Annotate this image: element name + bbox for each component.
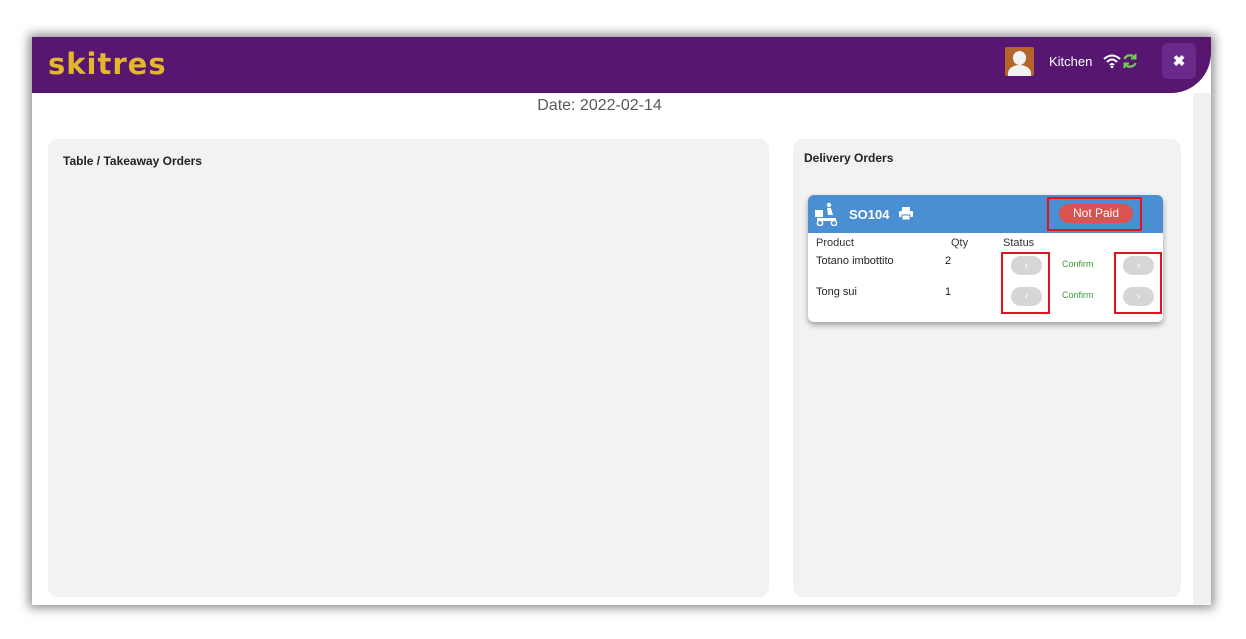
column-product: Product [816, 237, 854, 249]
delivery-orders-panel: Delivery Orders SO104 Not Paid Product Q… [793, 139, 1181, 597]
table-takeaway-panel: Table / Takeaway Orders [48, 139, 769, 597]
top-bar: skitres Kitchen ✖ [32, 37, 1211, 93]
printer-icon[interactable] [899, 207, 913, 220]
highlight-box-prev [1001, 252, 1050, 314]
highlight-box-payment [1047, 197, 1142, 231]
date-label: Date: 2022-02-14 [537, 97, 662, 114]
avatar-head [1013, 51, 1026, 65]
item-qty: 2 [945, 255, 952, 267]
app-logo: skitres [48, 47, 167, 81]
highlight-box-next [1114, 252, 1162, 314]
order-id: SO104 [849, 207, 890, 222]
delivery-scooter-icon [815, 202, 838, 226]
table-orders-title: Table / Takeaway Orders [63, 154, 202, 168]
close-button[interactable]: ✖ [1162, 43, 1196, 79]
item-qty: 1 [945, 286, 952, 298]
item-product: Tong sui [816, 286, 857, 298]
column-qty: Qty [951, 237, 969, 249]
delivery-order-card[interactable]: SO104 Not Paid Product Qty Status Totano… [808, 195, 1163, 322]
scrollbar[interactable] [1193, 93, 1211, 605]
item-status: Confirm [1062, 259, 1094, 269]
item-status: Confirm [1062, 290, 1094, 300]
sync-icon[interactable] [1122, 53, 1138, 69]
user-avatar[interactable] [1005, 47, 1034, 76]
wifi-icon [1103, 54, 1121, 68]
avatar-shoulders [1008, 65, 1031, 76]
column-status: Status [1003, 237, 1035, 249]
app-window: skitres Kitchen ✖ Date: 2022-02-14 Table… [32, 37, 1211, 605]
delivery-orders-title: Delivery Orders [804, 151, 894, 165]
item-product: Totano imbottito [816, 255, 894, 267]
user-name: Kitchen [1049, 54, 1093, 69]
